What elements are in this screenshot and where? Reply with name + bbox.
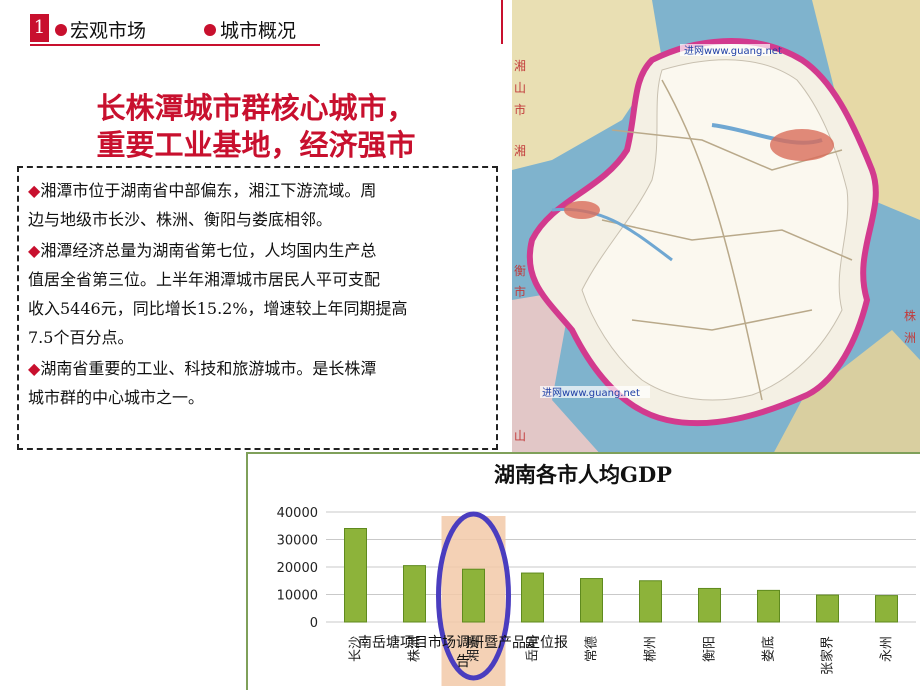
x-tick-label: 永州 — [880, 636, 895, 662]
bar-株洲 — [403, 565, 426, 623]
chart-title: 湖南各市人均GDP — [494, 462, 672, 487]
bar-常德 — [580, 578, 603, 623]
footer-line-2: 告 — [456, 654, 470, 670]
paragraph-line: 湘潭经济总量为湖南省第七位，人均国内生产总 — [40, 241, 377, 260]
map-graphic: 进网www.guang.net 进网www.guang.net 湘 山 市 湘 … — [512, 0, 920, 456]
y-tick-label: 10000 — [277, 589, 318, 604]
bar-永州 — [875, 595, 898, 623]
map-side-label: 市 — [514, 284, 526, 299]
slide-header: 1 宏观市场 城市概况 — [0, 0, 512, 50]
bar-娄底 — [757, 589, 780, 623]
map-side-label: 山 — [514, 429, 526, 443]
tab-macro-market[interactable]: 宏观市场 — [70, 16, 146, 43]
diamond-bullet-icon: ◆ — [28, 181, 41, 200]
paragraph-line: 7.5个百分点。 — [28, 328, 134, 347]
footer-caption: 南岳塘项目市场调研暨产品定位报 告 — [318, 634, 608, 672]
paragraph-line: 收入5446元，同比增长15.2%，增速较上年同期提高 — [28, 299, 408, 318]
map-side-label: 洲 — [904, 331, 916, 345]
section-number-badge: 1 — [30, 14, 49, 42]
paragraph-1: ◆湘潭市位于湖南省中部偏东，湘江下游流域。周 边与地级市长沙、株洲、衡阳与娄底相… — [28, 176, 486, 234]
bar-衡阳 — [698, 587, 721, 623]
bar-岳阳 — [521, 572, 544, 623]
map-side-label: 山 — [514, 81, 526, 95]
paragraph-line: 边与地级市长沙、株洲、衡阳与娄底相邻。 — [28, 210, 333, 229]
headline-line-1: 长株潭城市群核心城市， — [96, 91, 416, 125]
map-side-label: 株 — [904, 308, 916, 323]
paragraph-line: 湖南省重要的工业、科技和旅游城市。是长株潭 — [40, 359, 377, 378]
x-tick-label: 张家界 — [820, 636, 836, 675]
bullet-dot-icon — [204, 24, 216, 36]
x-tick-label: 衡阳 — [703, 636, 718, 662]
y-tick-label: 0 — [310, 616, 318, 631]
map-side-label: 市 — [514, 102, 526, 117]
paragraph-3: ◆湖南省重要的工业、科技和旅游城市。是长株潭 城市群的中心城市之一。 — [28, 354, 486, 412]
map-side-label: 湘 — [514, 143, 526, 158]
description-box: ◆湘潭市位于湖南省中部偏东，湘江下游流域。周 边与地级市长沙、株洲、衡阳与娄底相… — [17, 166, 498, 450]
city-map-image: 进网www.guang.net 进网www.guang.net 湘 山 市 湘 … — [512, 0, 920, 456]
map-side-label: 湘 — [514, 58, 526, 73]
y-tick-label: 20000 — [277, 561, 318, 576]
footer-line-1: 南岳塘项目市场调研暨产品定位报 — [358, 635, 568, 651]
paragraph-line: 城市群的中心城市之一。 — [28, 388, 205, 407]
map-side-label: 衡 — [514, 264, 526, 278]
y-axis-ticks: 0 10000 20000 30000 40000 — [277, 506, 318, 631]
x-tick-label: 郴州 — [644, 636, 659, 662]
map-watermark-top: 进网www.guang.net — [684, 45, 782, 57]
x-tick-label: 娄底 — [761, 636, 777, 662]
paragraph-line: 湘潭市位于湖南省中部偏东，湘江下游流域。周 — [40, 181, 377, 200]
paragraph-2: ◆湘潭经济总量为湖南省第七位，人均国内生产总 值居全省第三位。上半年湘潭城市居民… — [28, 236, 486, 352]
bar-张家界 — [816, 594, 839, 623]
bar-湘潭 — [462, 568, 485, 623]
map-watermark-bottom: 进网www.guang.net — [542, 387, 640, 399]
y-tick-label: 40000 — [277, 506, 318, 521]
paragraph-line: 值居全省第三位。上半年湘潭城市居民人平可支配 — [28, 270, 381, 289]
y-tick-label: 30000 — [277, 534, 318, 549]
headline-line-2: 重要工业基地，经济强市 — [96, 128, 416, 162]
bullet-dot-icon — [55, 24, 67, 36]
header-underline — [30, 44, 320, 46]
header-divider — [501, 0, 503, 44]
tab-city-overview[interactable]: 城市概况 — [220, 16, 296, 43]
diamond-bullet-icon: ◆ — [28, 241, 41, 260]
diamond-bullet-icon: ◆ — [28, 359, 41, 378]
bar-长沙 — [344, 528, 367, 623]
bar-郴州 — [639, 580, 662, 623]
